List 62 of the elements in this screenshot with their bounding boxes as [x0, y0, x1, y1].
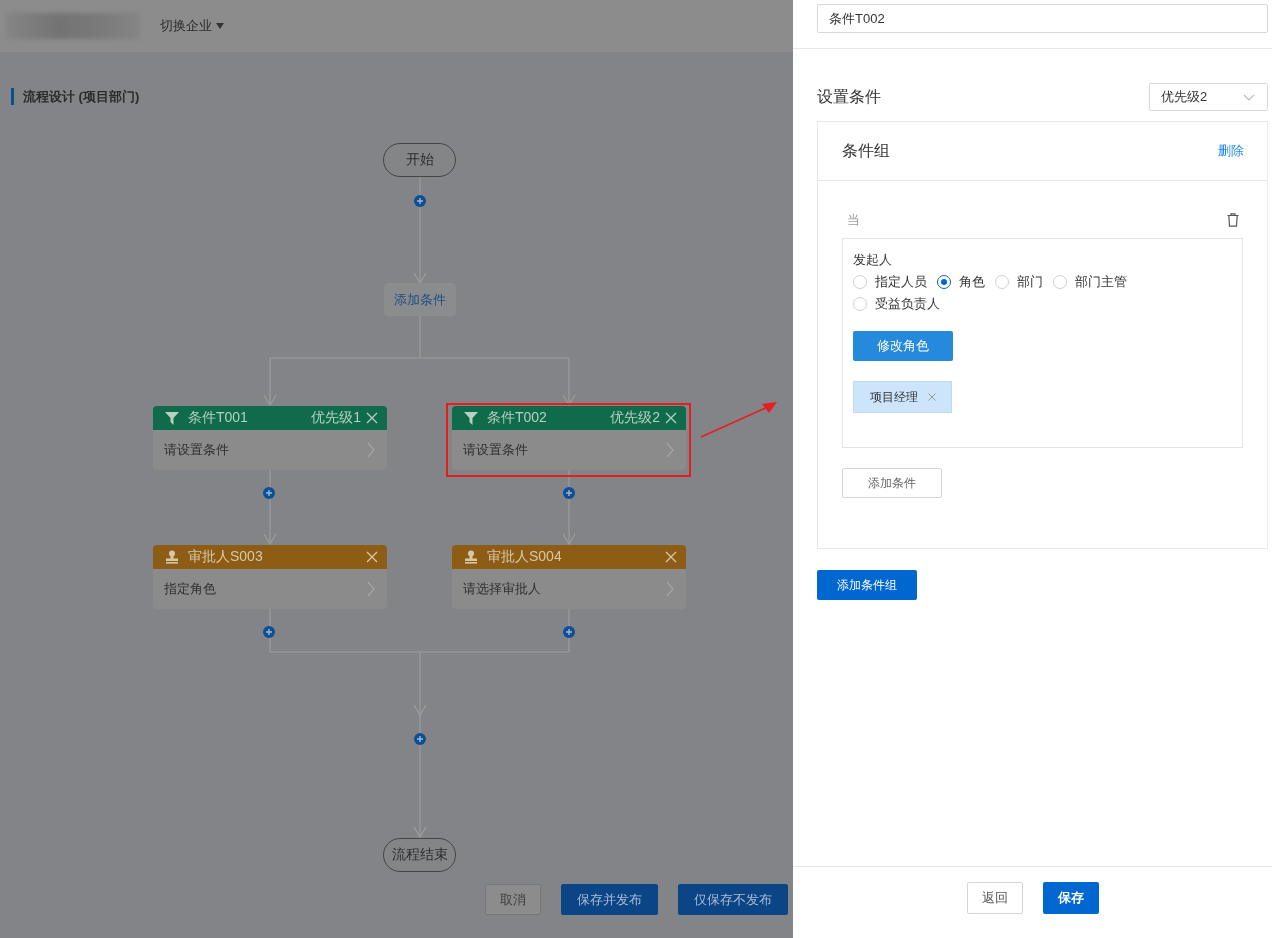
- name-input-field[interactable]: 条件T002: [817, 4, 1268, 33]
- footer-button[interactable]: 仅保存不发布: [678, 884, 788, 915]
- add-node-icon[interactable]: [414, 195, 426, 207]
- tag-label: 项目经理: [869, 388, 918, 406]
- close-icon[interactable]: [366, 412, 378, 424]
- close-icon[interactable]: [665, 412, 677, 424]
- section-title: 设置条件: [817, 86, 881, 107]
- priority-select[interactable]: 优先级2: [1149, 83, 1268, 111]
- card-text: 请设置条件: [463, 441, 528, 459]
- card-text: 请选择审批人: [463, 580, 541, 598]
- card-title: 审批人S004: [487, 548, 562, 566]
- chevron-right-icon: [666, 442, 674, 458]
- node-card[interactable]: 条件T002 优先级2 请设置条件: [452, 406, 686, 470]
- page-title: 流程设计 (项目部门): [23, 88, 140, 105]
- stamp-icon: [464, 550, 478, 564]
- stamp-icon: [165, 550, 179, 564]
- funnel-icon: [165, 411, 179, 425]
- add-node-icon[interactable]: [563, 487, 575, 499]
- end-node: 流程结束: [383, 838, 456, 872]
- close-icon[interactable]: [665, 551, 677, 563]
- radio-option[interactable]: 指定人员: [853, 273, 927, 291]
- radio-option[interactable]: 部门主管: [1053, 273, 1127, 291]
- close-icon[interactable]: [927, 393, 936, 401]
- add-node-icon[interactable]: [263, 626, 275, 638]
- delete-link[interactable]: 删除: [1218, 142, 1244, 160]
- card-title: 审批人S003: [188, 548, 263, 566]
- back-button[interactable]: 返回: [966, 882, 1023, 914]
- modify-role-button[interactable]: 修改角色: [853, 331, 953, 361]
- chevron-right-icon: [367, 442, 375, 458]
- add-node-icon[interactable]: [563, 626, 575, 638]
- add-node-icon[interactable]: [263, 487, 275, 499]
- group-title: 条件组: [842, 140, 890, 161]
- node-card[interactable]: 审批人S003 指定角色: [153, 545, 387, 609]
- node-card[interactable]: 审批人S004 请选择审批人: [452, 545, 686, 609]
- connector-arrow: [263, 357, 277, 407]
- priority-label: 优先级1: [311, 409, 361, 427]
- radio-option[interactable]: 部门: [995, 273, 1043, 291]
- close-icon[interactable]: [366, 551, 378, 563]
- chevron-right-icon: [367, 581, 375, 597]
- footer-button[interactable]: 保存并发布: [561, 884, 658, 915]
- add-node-icon[interactable]: [414, 733, 426, 745]
- card-title: 条件T001: [188, 409, 248, 427]
- chevron-down-icon: [1243, 93, 1255, 101]
- priority-label: 优先级2: [610, 409, 660, 427]
- add-condition-group-button[interactable]: 添加条件组: [817, 570, 917, 600]
- footer-button[interactable]: 取消: [485, 884, 541, 915]
- field-label: 发起人: [853, 251, 893, 269]
- when-label: 当: [847, 211, 860, 229]
- add-condition-button[interactable]: 添加条件: [842, 468, 942, 498]
- trash-icon[interactable]: [1227, 213, 1239, 227]
- radio-option[interactable]: 受益负责人: [853, 295, 940, 313]
- caret-icon: [216, 23, 224, 29]
- switch-company-dropdown[interactable]: 切换企业: [160, 17, 224, 35]
- node-card[interactable]: 条件T001 优先级1 请设置条件: [153, 406, 387, 470]
- card-text: 指定角色: [164, 580, 216, 598]
- funnel-icon: [464, 411, 478, 425]
- radio-option[interactable]: 角色: [937, 273, 985, 291]
- card-title: 条件T002: [487, 409, 547, 427]
- card-text: 请设置条件: [164, 441, 229, 459]
- save-button[interactable]: 保存: [1042, 882, 1099, 914]
- start-node: 开始: [383, 143, 456, 177]
- chevron-right-icon: [666, 581, 674, 597]
